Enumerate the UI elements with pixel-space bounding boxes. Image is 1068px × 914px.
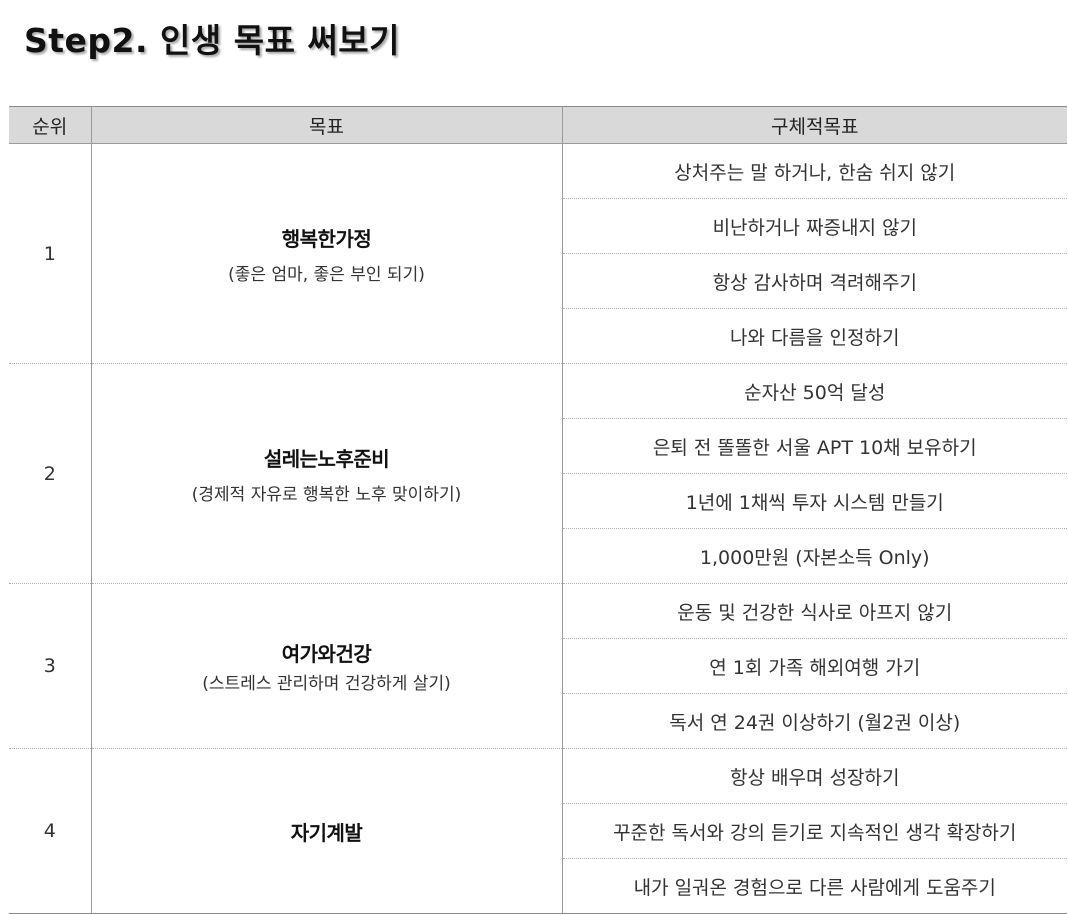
detail-cell: 연 1회 가족 해외여행 가기	[562, 638, 1067, 694]
goal-cell: 설레는노후준비 (경제적 자유로 행복한 노후 맞이하기)	[91, 363, 563, 584]
detail-cell: 나와 다름을 인정하기	[562, 308, 1067, 364]
goal-cell: 여가와건강 (스트레스 관리하며 건강하게 살기)	[91, 583, 563, 749]
rank-cell: 3	[9, 583, 92, 749]
goals-table: 순위 목표 구체적목표 1 행복한가정 (좋은 엄마, 좋은 부인 되기) 상처…	[9, 106, 1067, 914]
detail-cell: 순자산 50억 달성	[562, 363, 1067, 419]
detail-cell: 내가 일궈온 경험으로 다른 사람에게 도움주기	[633, 876, 996, 899]
detail-cell: 1,000만원 (자본소득 Only)	[562, 528, 1067, 584]
goal-title: 여가와건강	[281, 642, 372, 666]
table-header-row: 순위 목표 구체적목표	[9, 106, 1067, 144]
rank-cell: 4	[9, 748, 92, 914]
table-row: 4 자기계발 항상 배우며 성장하기	[9, 748, 1067, 914]
detail-cell: 상처주는 말 하거나, 한숨 쉬지 않기	[562, 143, 1067, 199]
goal-cell: 자기계발	[91, 748, 563, 914]
detail-cell: 1년에 1채씩 투자 시스템 만들기	[562, 473, 1067, 529]
goal-title: 자기계발	[290, 820, 363, 845]
detail-cell: 은퇴 전 똘똘한 서울 APT 10채 보유하기	[562, 418, 1067, 474]
goal-note: (좋은 엄마, 좋은 부인 되기)	[228, 264, 425, 285]
table-row: 1 행복한가정 (좋은 엄마, 좋은 부인 되기) 상처주는 말 하거나, 한숨…	[9, 143, 1067, 364]
table-row: 2 설레는노후준비 (경제적 자유로 행복한 노후 맞이하기) 순자산 50억 …	[9, 363, 1067, 584]
detail-cell: 독서 연 24권 이상하기 (월2권 이상)	[562, 693, 1067, 749]
header-detail: 구체적목표	[561, 106, 1067, 144]
page-title: Step2. 인생 목표 써보기	[24, 21, 401, 60]
header-rank: 순위	[9, 106, 92, 144]
detail-cell: 비난하거나 짜증내지 않기	[562, 198, 1067, 254]
table-row: 3 여가와건강 (스트레스 관리하며 건강하게 살기) 운동 및 건강한 식사로…	[9, 583, 1067, 749]
header-goal: 목표	[90, 106, 563, 144]
rank-cell: 1	[9, 143, 92, 364]
goal-title: 설레는노후준비	[263, 446, 390, 471]
rank-cell: 2	[9, 363, 92, 584]
detail-cell: 항상 배우며 성장하기	[562, 748, 1067, 804]
goal-note: (경제적 자유로 행복한 노후 맞이하기)	[191, 484, 462, 505]
goal-title: 행복한가정	[281, 226, 372, 251]
goal-note: (스트레스 관리하며 건강하게 살기)	[202, 674, 451, 694]
goal-cell: 행복한가정 (좋은 엄마, 좋은 부인 되기)	[91, 143, 563, 364]
detail-cell: 운동 및 건강한 식사로 아프지 않기	[562, 583, 1067, 639]
detail-cell: 항상 감사하며 격려해주기	[562, 253, 1067, 309]
detail-cell: 꾸준한 독서와 강의 듣기로 지속적인 생각 확장하기	[562, 803, 1067, 859]
